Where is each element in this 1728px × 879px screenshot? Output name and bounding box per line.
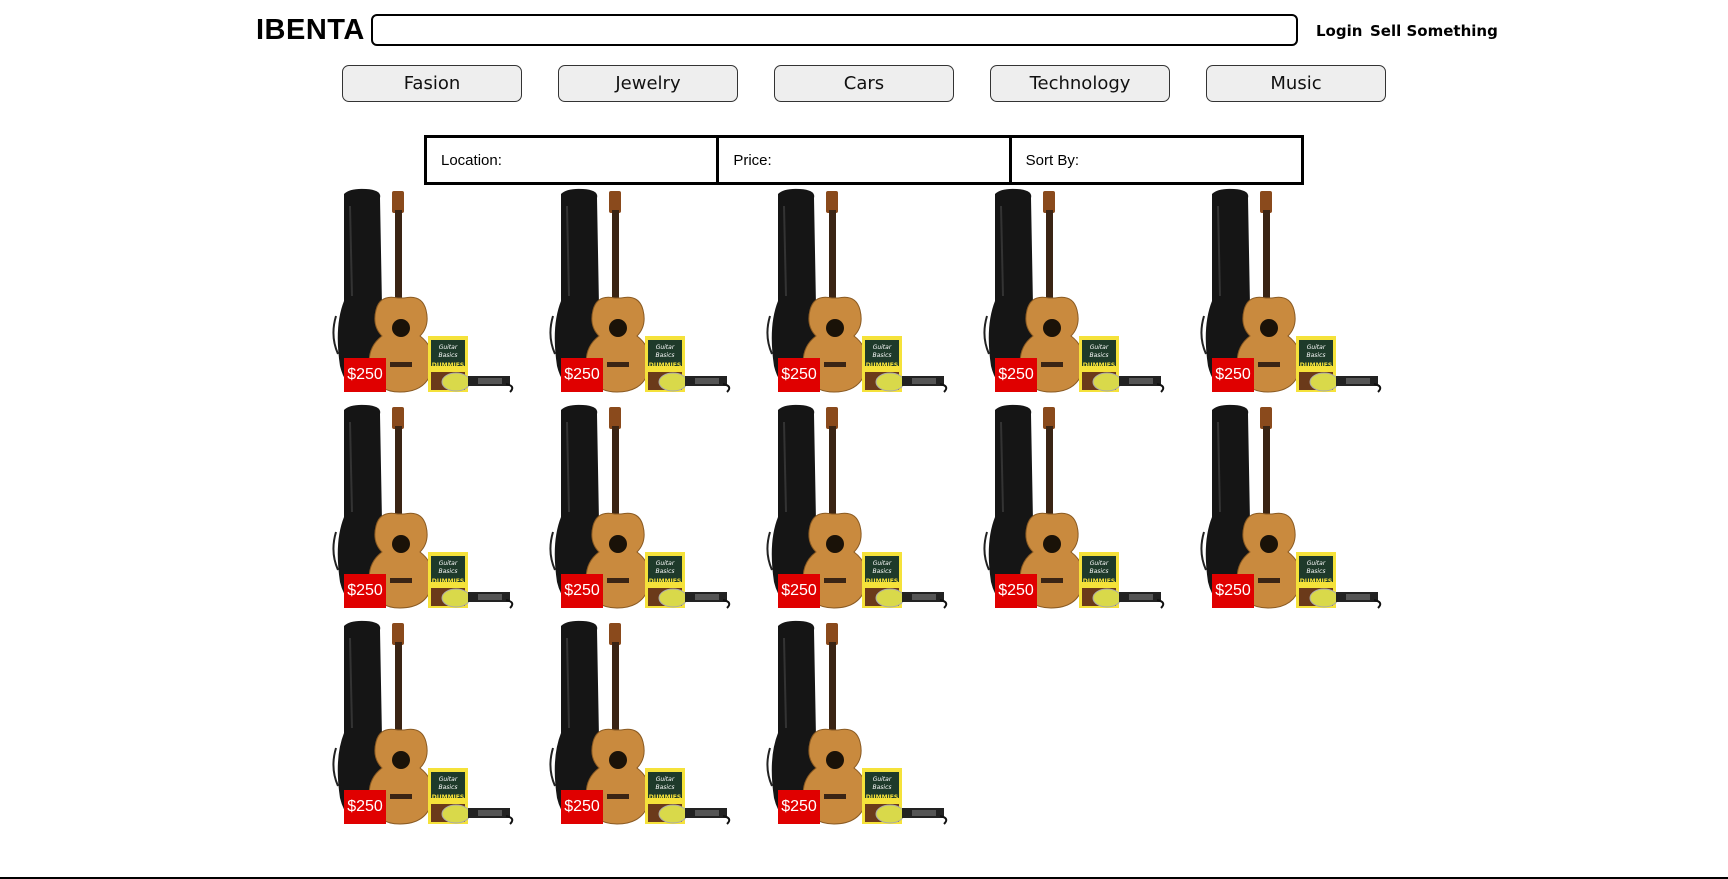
book-title-line2: Basics xyxy=(438,352,457,359)
book-series-label: DUMMIES xyxy=(432,578,464,585)
category-jewelry-button[interactable]: Jewelry xyxy=(558,65,738,102)
book-title-line1: Guitar xyxy=(873,344,892,351)
book-title-line1: Guitar xyxy=(439,344,458,351)
listing-card[interactable]: Guitar Basics DUMMIES $250 xyxy=(764,186,962,398)
book-series-label: DUMMIES xyxy=(649,578,681,585)
listing-card[interactable]: Guitar Basics DUMMIES $250 xyxy=(330,402,528,614)
price-tag: $250 xyxy=(778,574,820,608)
book-series-label: DUMMIES xyxy=(1300,578,1332,585)
book-title-line1: Guitar xyxy=(656,560,675,567)
filter-bar: Location: Price: Sort By: xyxy=(424,135,1304,185)
book-title-line2: Basics xyxy=(1089,568,1108,575)
listing-card[interactable]: Guitar Basics DUMMIES $250 xyxy=(330,618,528,830)
category-cars-button[interactable]: Cars xyxy=(774,65,954,102)
book-title-line2: Basics xyxy=(1306,352,1325,359)
site-logo[interactable]: IBENTA xyxy=(256,14,365,47)
price-tag: $250 xyxy=(344,358,386,392)
book-title-line1: Guitar xyxy=(1090,344,1109,351)
price-filter[interactable]: Price: xyxy=(716,135,1012,185)
book-title-line1: Guitar xyxy=(656,776,675,783)
book-title-line2: Basics xyxy=(655,352,674,359)
book-series-label: DUMMIES xyxy=(432,362,464,369)
price-tag: $250 xyxy=(778,790,820,824)
book-title-line2: Basics xyxy=(655,784,674,791)
search-input[interactable] xyxy=(371,14,1298,46)
book-title-line1: Guitar xyxy=(439,560,458,567)
location-filter[interactable]: Location: xyxy=(424,135,720,185)
book-title-line1: Guitar xyxy=(1090,560,1109,567)
category-technology-button[interactable]: Technology xyxy=(990,65,1170,102)
book-series-label: DUMMIES xyxy=(866,578,898,585)
book-series-label: DUMMIES xyxy=(649,794,681,801)
book-series-label: DUMMIES xyxy=(1083,578,1115,585)
price-tag: $250 xyxy=(561,574,603,608)
price-tag: $250 xyxy=(344,790,386,824)
book-title-line1: Guitar xyxy=(439,776,458,783)
book-title-line1: Guitar xyxy=(1307,344,1326,351)
price-tag: $250 xyxy=(561,790,603,824)
listing-card[interactable]: Guitar Basics DUMMIES $250 xyxy=(330,186,528,398)
book-title-line1: Guitar xyxy=(873,560,892,567)
book-series-label: DUMMIES xyxy=(432,794,464,801)
listing-card[interactable]: Guitar Basics DUMMIES $250 xyxy=(764,618,962,830)
price-tag: $250 xyxy=(1212,358,1254,392)
price-tag: $250 xyxy=(995,574,1037,608)
price-tag: $250 xyxy=(1212,574,1254,608)
book-title-line2: Basics xyxy=(1089,352,1108,359)
sort-by-filter[interactable]: Sort By: xyxy=(1008,135,1304,185)
price-tag: $250 xyxy=(995,358,1037,392)
book-title-line2: Basics xyxy=(872,568,891,575)
category-music-button[interactable]: Music xyxy=(1206,65,1386,102)
book-series-label: DUMMIES xyxy=(1083,362,1115,369)
book-title-line2: Basics xyxy=(655,568,674,575)
book-series-label: DUMMIES xyxy=(866,362,898,369)
price-tag: $250 xyxy=(778,358,820,392)
sell-something-link[interactable]: Sell Something xyxy=(1370,22,1498,40)
book-series-label: DUMMIES xyxy=(1300,362,1332,369)
price-tag: $250 xyxy=(344,574,386,608)
book-series-label: DUMMIES xyxy=(866,794,898,801)
category-fasion-button[interactable]: Fasion xyxy=(342,65,522,102)
listing-card[interactable]: Guitar Basics DUMMIES $250 xyxy=(981,186,1179,398)
price-tag: $250 xyxy=(561,358,603,392)
book-title-line1: Guitar xyxy=(873,776,892,783)
listing-card[interactable]: Guitar Basics DUMMIES $250 xyxy=(1198,402,1396,614)
listing-card[interactable]: Guitar Basics DUMMIES $250 xyxy=(981,402,1179,614)
login-link[interactable]: Login xyxy=(1316,22,1362,40)
listing-card[interactable]: Guitar Basics DUMMIES $250 xyxy=(547,402,745,614)
book-title-line1: Guitar xyxy=(656,344,675,351)
listing-card[interactable]: Guitar Basics DUMMIES $250 xyxy=(764,402,962,614)
book-title-line2: Basics xyxy=(872,352,891,359)
book-title-line1: Guitar xyxy=(1307,560,1326,567)
listing-card[interactable]: Guitar Basics DUMMIES $250 xyxy=(547,618,745,830)
listing-card[interactable]: Guitar Basics DUMMIES $250 xyxy=(547,186,745,398)
book-title-line2: Basics xyxy=(438,784,457,791)
book-title-line2: Basics xyxy=(872,784,891,791)
listing-card[interactable]: Guitar Basics DUMMIES $250 xyxy=(1198,186,1396,398)
book-title-line2: Basics xyxy=(438,568,457,575)
book-series-label: DUMMIES xyxy=(649,362,681,369)
book-title-line2: Basics xyxy=(1306,568,1325,575)
